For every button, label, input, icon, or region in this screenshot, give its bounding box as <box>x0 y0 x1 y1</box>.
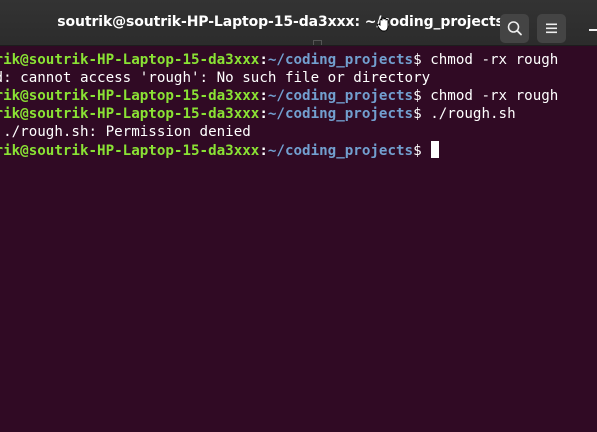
prompt-path: ~/coding_projects <box>267 143 414 159</box>
prompt-symbol: $ <box>413 52 422 68</box>
minimize-button[interactable] <box>579 14 597 43</box>
terminal-line: : ./rough.sh: Permission denied <box>0 123 251 141</box>
hand-cursor-icon <box>376 17 389 32</box>
terminal-line: trik@soutrik-HP-Laptop-15-da3xxx:~/codin… <box>0 87 558 105</box>
prompt-symbol: $ <box>413 88 422 104</box>
search-button[interactable] <box>500 14 529 43</box>
hamburger-menu-icon <box>546 23 557 34</box>
command-text: chmod -rx rough <box>421 88 559 104</box>
command-text <box>422 143 431 159</box>
command-text: chmod -rx rough <box>421 52 559 68</box>
output-text: od: cannot access 'rough': No such file … <box>0 70 431 86</box>
prompt-symbol: $ <box>413 106 422 122</box>
terminal-line: od: cannot access 'rough': No such file … <box>0 69 430 87</box>
prompt-user-host: trik@soutrik-HP-Laptop-15-da3xxx <box>0 143 260 159</box>
tab-indicator <box>313 40 322 45</box>
prompt-path: ~/coding_projects <box>267 52 414 68</box>
terminal-line: trik@soutrik-HP-Laptop-15-da3xxx:~/codin… <box>0 141 440 159</box>
menu-button[interactable] <box>537 14 566 43</box>
prompt-path: ~/coding_projects <box>267 106 414 122</box>
terminal-window: soutrik@soutrik-HP-Laptop-15-da3xxx: ~/c… <box>0 0 597 432</box>
minimize-icon <box>589 29 597 31</box>
prompt-user-host: trik@soutrik-HP-Laptop-15-da3xxx <box>0 52 260 68</box>
output-text: : ./rough.sh: Permission denied <box>0 124 251 140</box>
prompt-user-host: trik@soutrik-HP-Laptop-15-da3xxx <box>0 106 260 122</box>
prompt-path: ~/coding_projects <box>267 88 414 104</box>
title-bar[interactable]: soutrik@soutrik-HP-Laptop-15-da3xxx: ~/c… <box>0 0 597 46</box>
command-text: ./rough.sh <box>421 106 516 122</box>
text-cursor <box>431 141 440 158</box>
terminal-body[interactable]: trik@soutrik-HP-Laptop-15-da3xxx:~/codin… <box>0 46 597 432</box>
terminal-line: trik@soutrik-HP-Laptop-15-da3xxx:~/codin… <box>0 51 558 69</box>
search-icon <box>507 21 522 36</box>
prompt-user-host: trik@soutrik-HP-Laptop-15-da3xxx <box>0 88 260 104</box>
terminal-line: trik@soutrik-HP-Laptop-15-da3xxx:~/codin… <box>0 105 516 123</box>
prompt-symbol: $ <box>413 143 422 159</box>
